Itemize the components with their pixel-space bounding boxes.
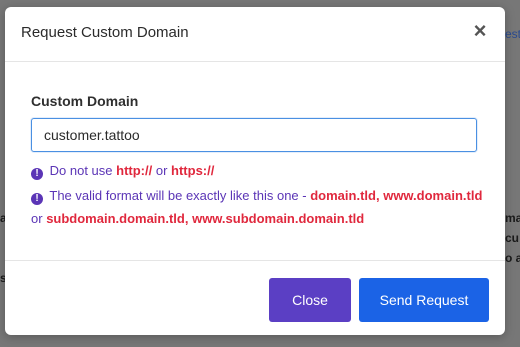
format-hint: ! The valid format will be exactly like … [31,184,486,230]
protocol-hint-http: http:// [116,163,153,178]
send-request-button[interactable]: Send Request [359,278,489,322]
background-link-fragment: est [505,27,520,41]
background-text-fragment: ma [505,211,520,225]
format-hint-example-subdomains: subdomain.domain.tld, www.subdomain.doma… [46,211,365,226]
close-button[interactable]: Close [269,278,351,322]
protocol-hint-prefix: Do not use [49,163,113,178]
protocol-hint: ! Do not use http:// or https:// [31,159,214,182]
custom-domain-input[interactable] [31,118,477,152]
info-icon: ! [31,193,43,205]
format-hint-example-www: www.domain.tld [383,188,483,203]
format-hint-prefix: The valid format will be exactly like th… [49,188,307,203]
background-text-fragment: o a [505,251,520,265]
modal-title: Request Custom Domain [21,24,189,41]
custom-domain-label: Custom Domain [31,93,139,109]
format-hint-or: or [31,211,43,226]
background-text-fragment: cu [505,231,520,245]
protocol-hint-or: or [155,163,168,178]
close-icon[interactable]: × [471,20,489,42]
modal-body: Custom Domain ! Do not use http:// or ht… [5,62,505,261]
protocol-hint-https: https:// [171,163,215,178]
modal-header: Request Custom Domain × [5,7,505,62]
modal-footer: Close Send Request [5,261,505,335]
format-hint-example-domain: domain.tld, [310,188,380,203]
info-icon: ! [31,168,43,180]
request-custom-domain-modal: Request Custom Domain × Custom Domain ! … [5,7,505,335]
